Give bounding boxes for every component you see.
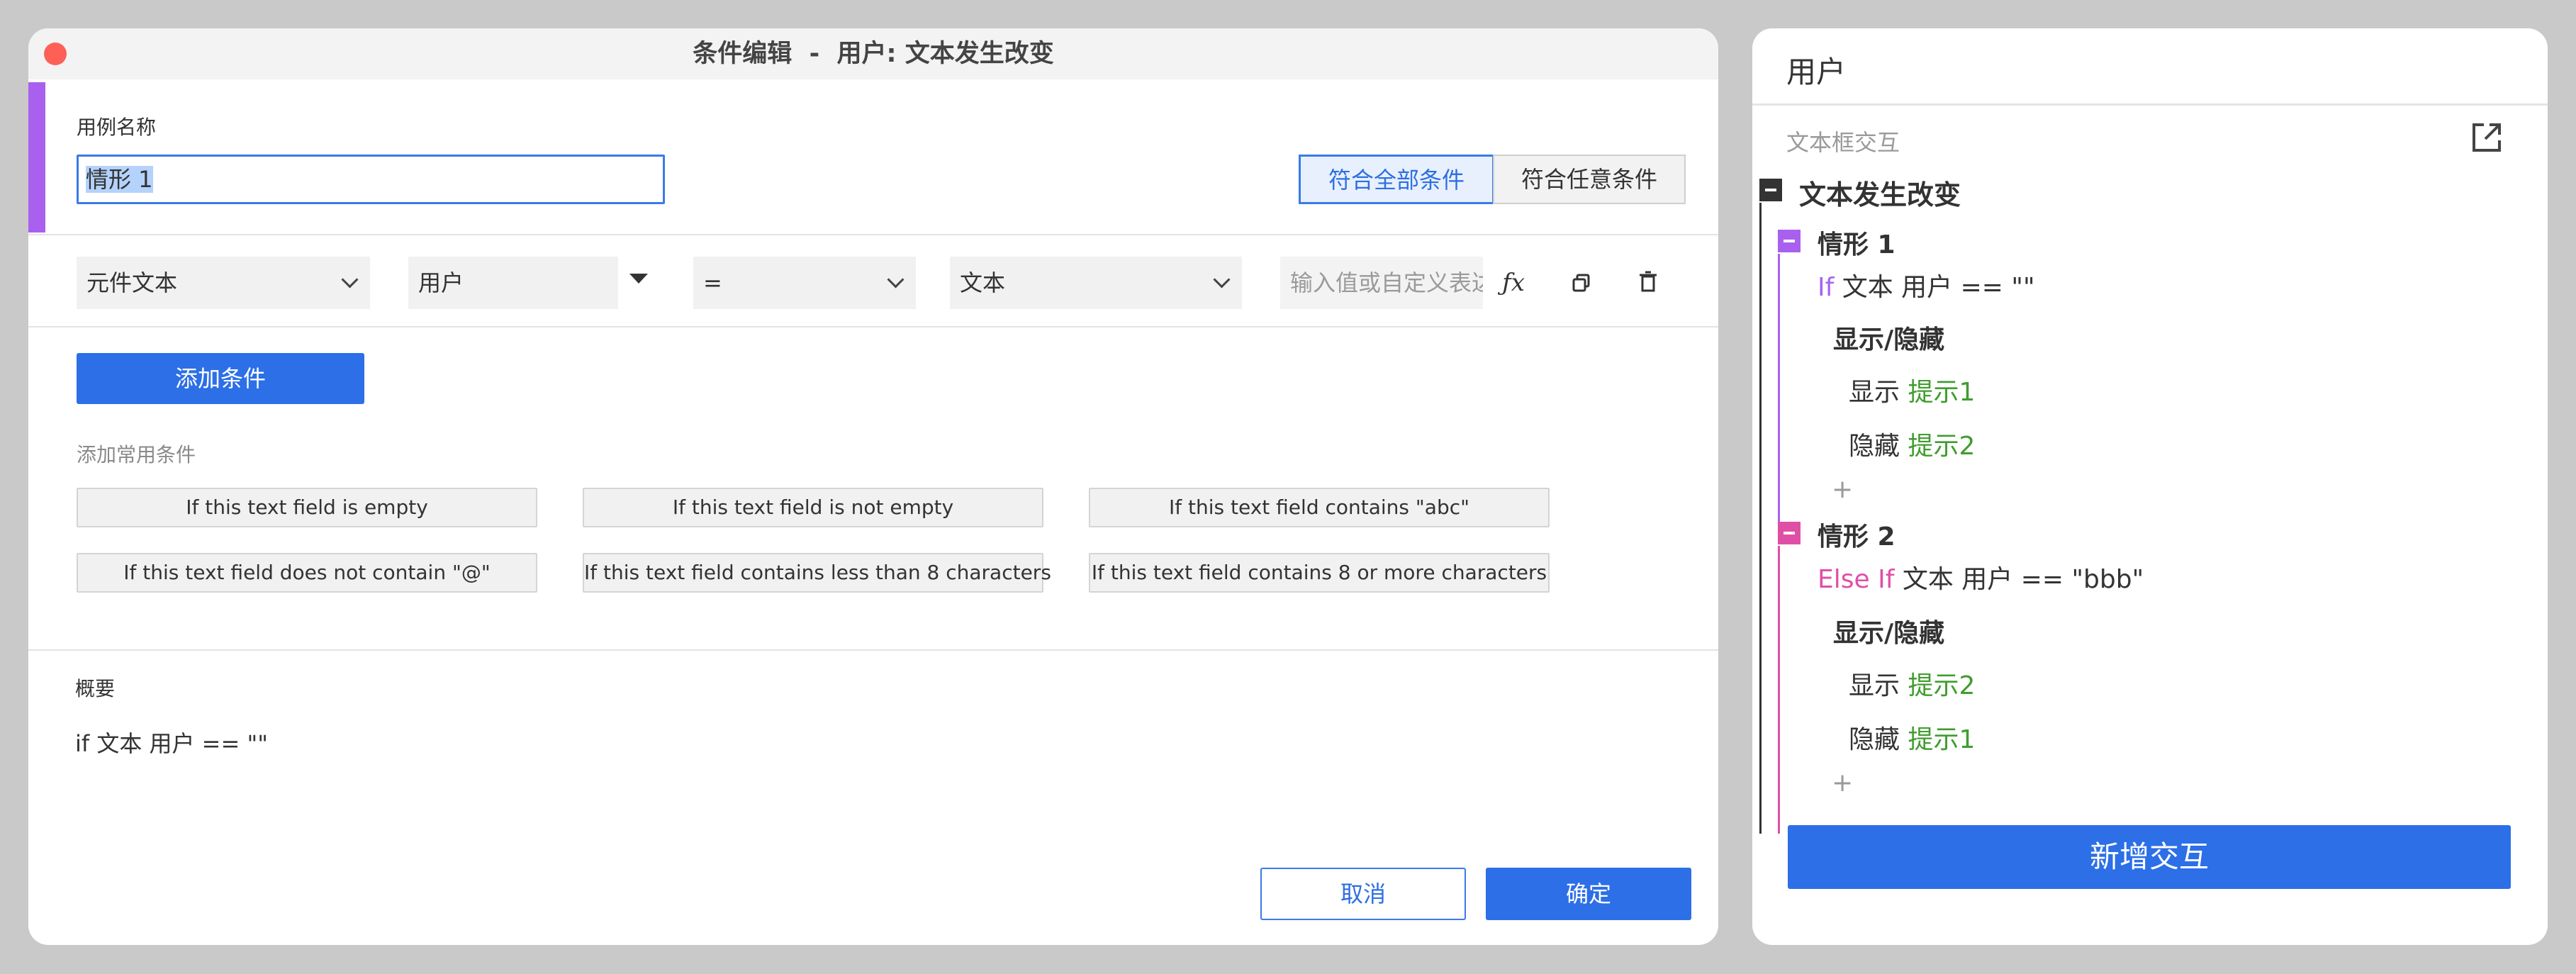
match-any-button[interactable]: 符合任意条件 xyxy=(1493,155,1686,204)
condition-editor-dialog: 条件编辑 - 用户: 文本发生改变 用例名称 情形 1 符合全部条件 符合任意条… xyxy=(28,28,1718,945)
condition-keyword: If xyxy=(1818,273,1835,302)
divider xyxy=(1752,103,2548,106)
case-name-label: 用例名称 xyxy=(77,116,157,139)
add-action-button[interactable]: + xyxy=(1832,475,1853,504)
case-tree-line xyxy=(1778,254,1780,534)
add-condition-button[interactable]: 添加条件 xyxy=(77,353,364,404)
new-interaction-button[interactable]: 新增交互 xyxy=(1788,825,2511,889)
common-condition-button[interactable]: If this text field contains less than 8 … xyxy=(583,553,1051,593)
action-item[interactable]: 隐藏 提示2 xyxy=(1849,425,1975,462)
action-target: 提示1 xyxy=(1908,378,1976,407)
action-target: 提示2 xyxy=(1908,432,1976,461)
common-condition-button[interactable]: If this text field contains 8 or more ch… xyxy=(1089,553,1550,593)
action-group-label[interactable]: 显示/隐藏 xyxy=(1833,612,1944,649)
common-condition-button[interactable]: If this text field is not empty xyxy=(583,488,1043,527)
trash-icon[interactable] xyxy=(1630,264,1666,302)
duplicate-icon[interactable] xyxy=(1564,264,1599,302)
case-tree-line xyxy=(1778,546,1780,834)
summary-label: 概要 xyxy=(75,677,116,700)
collapse-icon[interactable] xyxy=(1759,179,1782,201)
common-condition-button[interactable]: If this text field is empty xyxy=(77,488,537,527)
function-icon[interactable]: ƒx xyxy=(1496,264,1531,302)
action-group-label[interactable]: 显示/隐藏 xyxy=(1833,319,1944,356)
action-item[interactable]: 显示 提示1 xyxy=(1849,371,1975,408)
source-select[interactable]: 元件文本 xyxy=(77,257,370,309)
widget-name-title: 用户 xyxy=(1786,55,1847,89)
action-verb: 显示 xyxy=(1849,378,1900,407)
chevron-down-icon xyxy=(341,271,359,289)
interaction-panel: 用户 文本框交互 文本发生改变 情形 1 If 文本 用户 == "" 显示/隐… xyxy=(1752,28,2548,945)
event-label: 文本发生改变 xyxy=(1799,179,1961,211)
ok-button[interactable]: 确定 xyxy=(1486,868,1691,920)
target-select-value: 用户 xyxy=(418,269,464,296)
chevron-down-icon xyxy=(887,271,905,289)
summary-text: if 文本 用户 == "" xyxy=(75,730,268,757)
section-label: 文本框交互 xyxy=(1786,129,1900,156)
case-name-value: 情形 1 xyxy=(86,166,153,193)
collapse-icon[interactable] xyxy=(1778,230,1801,252)
value-input[interactable]: 输入值或自定义表达式 xyxy=(1280,257,1483,309)
operator-select[interactable]: = xyxy=(693,257,916,309)
divider xyxy=(28,649,1718,651)
operator-select-value: = xyxy=(703,269,722,296)
add-action-button[interactable]: + xyxy=(1832,768,1853,797)
case-name-input[interactable]: 情形 1 xyxy=(77,155,665,204)
common-conditions-label: 添加常用条件 xyxy=(77,443,196,466)
triangle-down-icon[interactable] xyxy=(629,274,648,284)
action-verb: 隐藏 xyxy=(1849,725,1900,754)
chevron-down-icon xyxy=(1213,271,1231,289)
dialog-title: 条件编辑 - 用户: 文本发生改变 xyxy=(693,40,1054,68)
action-verb: 显示 xyxy=(1849,671,1900,700)
action-target: 提示1 xyxy=(1908,725,1976,754)
common-condition-button[interactable]: If this text field contains "abc" xyxy=(1089,488,1550,527)
action-item[interactable]: 隐藏 提示1 xyxy=(1849,719,1975,756)
collapse-icon[interactable] xyxy=(1778,522,1801,544)
action-verb: 隐藏 xyxy=(1849,432,1900,461)
case-name[interactable]: 情形 2 xyxy=(1818,516,1895,553)
case-name[interactable]: 情形 1 xyxy=(1818,224,1895,261)
common-condition-button[interactable]: If this text field does not contain "@" xyxy=(77,553,537,593)
match-all-button[interactable]: 符合全部条件 xyxy=(1299,155,1494,204)
condition-text: 文本 用户 == "bbb" xyxy=(1894,565,2144,594)
title-bar: 条件编辑 - 用户: 文本发生改变 xyxy=(28,28,1718,79)
divider xyxy=(28,326,1718,328)
source-select-value: 元件文本 xyxy=(86,269,178,296)
condition-text: 文本 用户 == "" xyxy=(1834,273,2035,302)
target-select[interactable]: 用户 xyxy=(408,257,618,309)
case-condition[interactable]: If 文本 用户 == "" xyxy=(1818,267,2035,303)
value-type-select[interactable]: 文本 xyxy=(950,257,1242,309)
case-condition[interactable]: Else If 文本 用户 == "bbb" xyxy=(1818,559,2144,595)
value-type-select-value: 文本 xyxy=(960,269,1006,296)
action-item[interactable]: 显示 提示2 xyxy=(1849,665,1975,702)
case-accent-bar xyxy=(28,82,45,233)
event-tree-line xyxy=(1759,203,1762,834)
action-target: 提示2 xyxy=(1908,671,1976,700)
divider xyxy=(28,234,1718,235)
condition-keyword: Else If xyxy=(1818,565,1895,594)
external-link-icon[interactable] xyxy=(2470,121,2504,155)
cancel-button[interactable]: 取消 xyxy=(1260,868,1466,920)
